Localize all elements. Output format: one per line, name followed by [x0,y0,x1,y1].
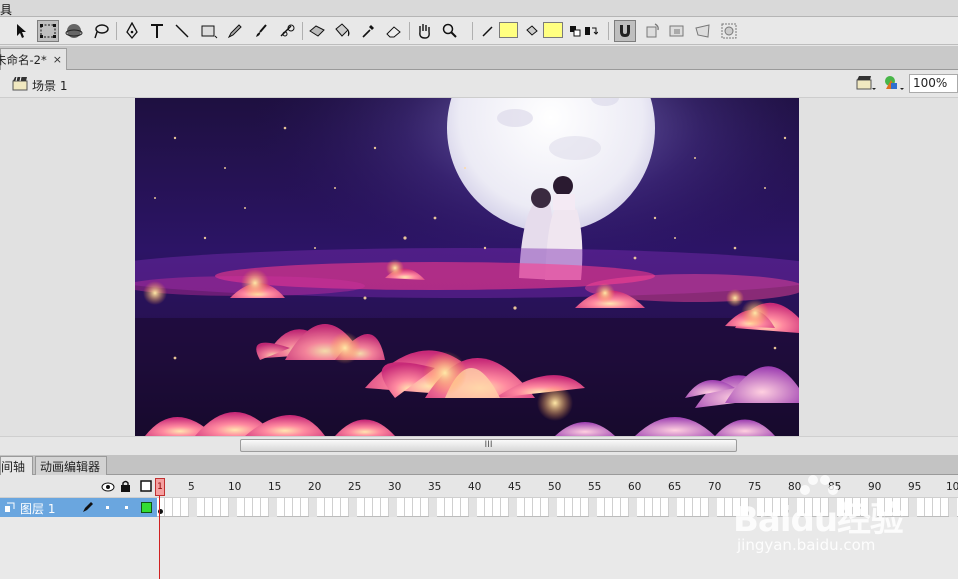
paint-bucket-tool-icon[interactable] [331,20,353,42]
tab-motion-editor[interactable]: 动画编辑器 [35,456,107,475]
scrollbar-thumb[interactable]: III [240,439,737,452]
layer-cell[interactable]: 图层 1 [0,498,157,517]
edit-scene-icon[interactable] [856,75,878,95]
zoom-level-field[interactable]: 100% [909,74,958,93]
watermark-url: jingyan.baidu.com [737,536,876,554]
frame-number: 10 [228,481,242,493]
frame-number: 25 [348,481,362,493]
playhead-line [159,488,160,579]
frame-number: 30 [388,481,402,493]
night-lotus-illustration [135,98,799,436]
line-tool-icon[interactable] [171,20,193,42]
menu-bar: 具 [0,0,958,17]
edit-pencil-icon [82,501,94,516]
frame-number: 20 [308,481,322,493]
close-tab-icon[interactable]: × [53,53,62,66]
flash-editor-window: 具 未命名-2* × 场景 1 100% III 间轴 动画编辑器 图层 1 5… [0,0,958,579]
pencil-tool-icon[interactable] [224,20,246,42]
lasso-tool-icon[interactable] [90,20,112,42]
hand-tool-icon[interactable] [413,20,435,42]
layer-name[interactable]: 图层 1 [20,500,55,517]
free-transform-tool-icon[interactable] [37,20,59,42]
stroke-color-swatch[interactable] [499,22,518,38]
eraser-tool-icon[interactable] [383,20,405,42]
watermark-logo: Baidu经验 [733,500,904,540]
document-tab-title: 未命名-2* [0,52,47,67]
scene-name[interactable]: 场景 1 [32,77,67,94]
stroke-color-pencil-icon[interactable] [477,20,499,42]
unlocked-dot[interactable] [125,506,128,509]
rectangle-tool-icon[interactable] [198,20,220,42]
document-tab-bar: 未命名-2* × [0,46,958,70]
eyedropper-tool-icon[interactable] [357,20,379,42]
scale-icon[interactable] [666,20,688,42]
frame-number: 50 [548,481,562,493]
tab-timeline[interactable]: 间轴 [0,456,33,475]
playhead[interactable]: 1 [155,478,165,496]
zoom-tool-icon[interactable] [439,20,461,42]
brush-tool-icon[interactable] [250,20,272,42]
pen-tool-icon[interactable] [121,20,143,42]
stage-image-moon-lotus[interactable] [135,98,799,436]
frame-number: 15 [268,481,282,493]
edit-symbols-icon[interactable] [882,74,906,95]
snap-to-objects-icon[interactable] [614,20,636,42]
tools-toolbar [0,17,958,45]
frame-number: 10 [946,481,958,493]
envelope-icon[interactable] [718,20,740,42]
fill-color-swatch[interactable] [543,22,563,38]
stage-area [0,98,958,436]
swap-colors-icon[interactable] [580,20,602,42]
frame-number: 35 [428,481,442,493]
rotate-skew-icon[interactable] [641,20,663,42]
3d-rotation-tool-icon[interactable] [64,20,86,42]
frame-number: 40 [468,481,482,493]
layer-color-box[interactable] [141,502,152,513]
baidu-watermark: Baidu经验 jingyan.baidu.com [733,472,913,562]
frame-number: 5 [188,481,195,493]
frame-number: 65 [668,481,682,493]
bone-tool-icon[interactable] [306,20,328,42]
document-tab[interactable]: 未命名-2* × [0,48,67,70]
clapperboard-icon [12,76,28,94]
scene-bar: 场景 1 100% [0,70,958,98]
selection-tool-icon[interactable] [10,20,32,42]
deco-tool-icon[interactable] [276,20,298,42]
stage-horizontal-scrollbar[interactable]: III [0,436,958,453]
frame-number: 60 [628,481,642,493]
layer-type-icon [4,502,15,516]
visible-dot[interactable] [106,506,109,509]
distort-icon[interactable] [692,20,714,42]
frame-number: 70 [708,481,722,493]
text-tool-icon[interactable] [146,20,168,42]
frame-number: 45 [508,481,522,493]
menu-item[interactable]: 具 [0,1,12,18]
fill-color-bucket-icon[interactable] [521,20,543,42]
frame-number: 55 [588,481,602,493]
